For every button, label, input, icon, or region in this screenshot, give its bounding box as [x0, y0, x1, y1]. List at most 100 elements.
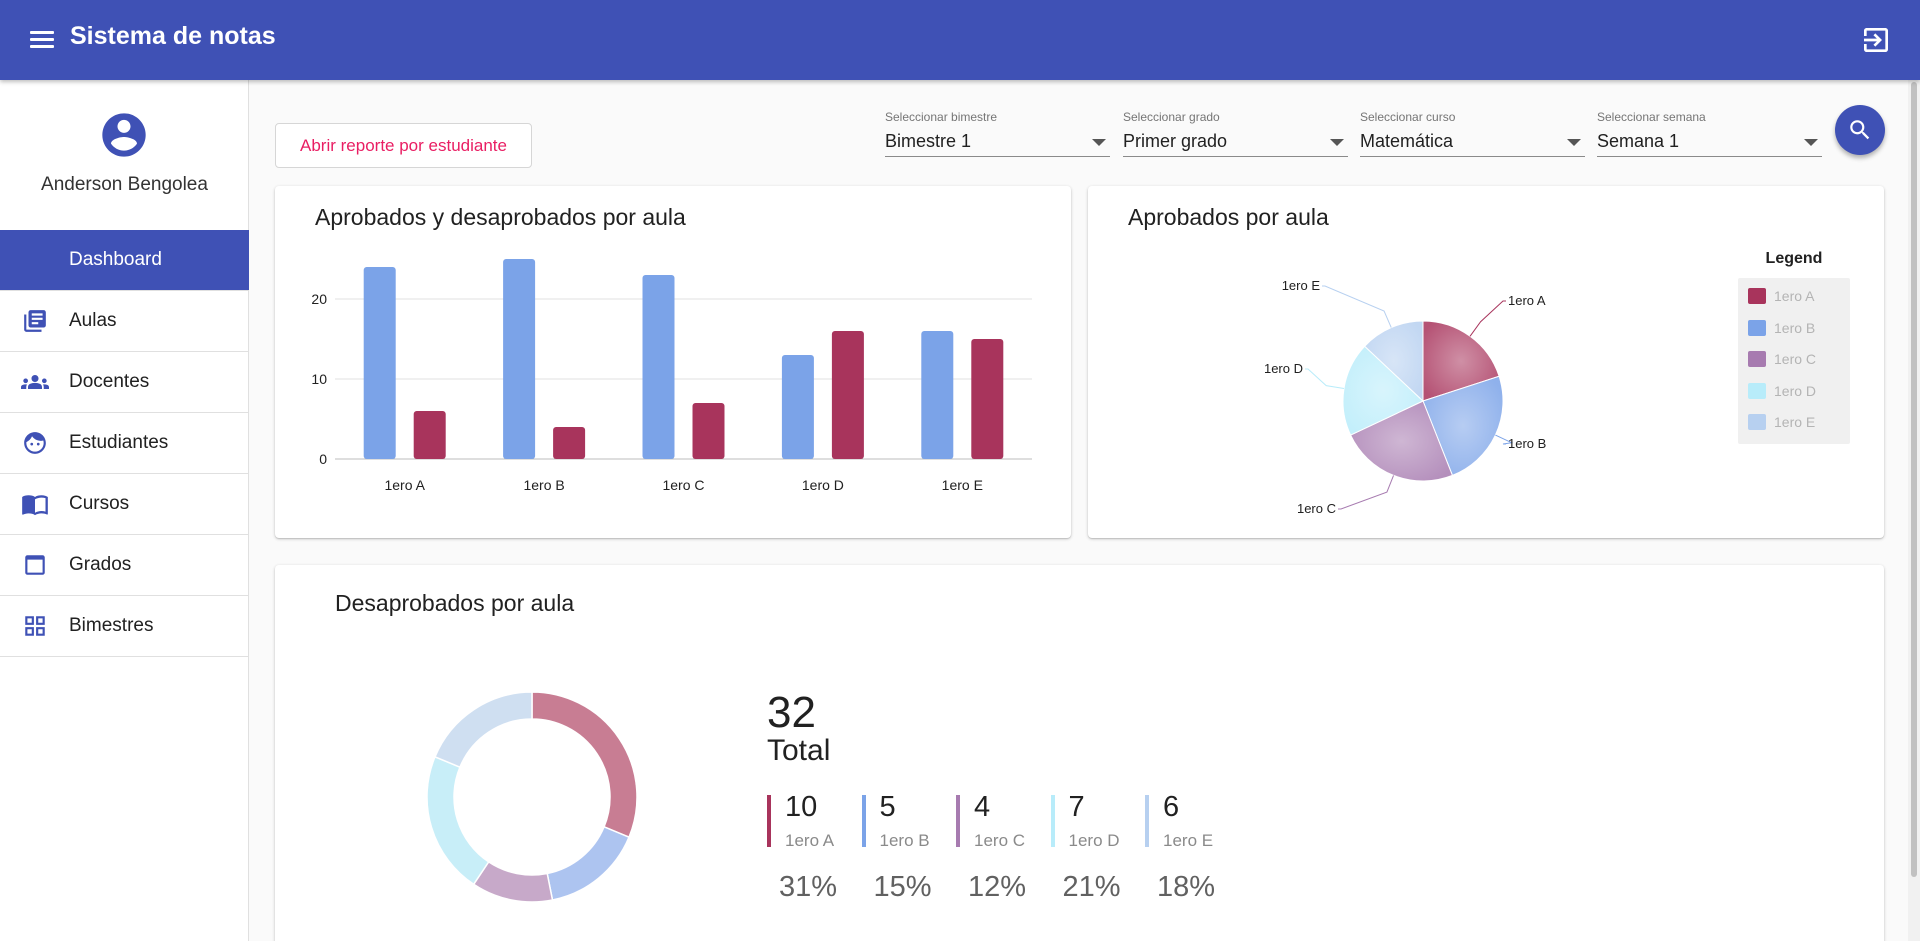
- select-value: Primer grado: [1123, 131, 1228, 151]
- bar: [642, 275, 675, 459]
- donut-chart-card: Desaprobados por aula 32 Total 10 1ero A3…: [275, 565, 1884, 941]
- legend-swatch: [1748, 288, 1766, 304]
- sidebar-item-docentes[interactable]: Docentes: [0, 352, 249, 413]
- top-app-bar: Sistema de notas: [0, 0, 1920, 80]
- stat-color-bar: [861, 795, 866, 847]
- sidebar-item-label: Aulas: [69, 310, 117, 331]
- leader-line: [1322, 285, 1392, 328]
- page-scrollbar[interactable]: [1908, 80, 1920, 941]
- legend-label: 1ero C: [1774, 351, 1817, 367]
- sidebar-item-label: Bimestres: [69, 615, 154, 636]
- bar: [692, 403, 725, 459]
- stat-value: 10: [785, 791, 818, 823]
- legend-label: 1ero D: [1774, 382, 1817, 399]
- slice-label: 1ero D: [1264, 361, 1303, 376]
- sidebar-item-bimestres[interactable]: Bimestres: [0, 596, 249, 657]
- semana-select[interactable]: Seleccionar semana Semana 1: [1597, 107, 1822, 157]
- stat-item: 10 1ero A 31%: [767, 791, 857, 905]
- sidebar-item-estudiantes[interactable]: Estudiantes: [0, 413, 249, 474]
- stat-label: 1ero C: [974, 831, 1026, 850]
- stat-item: 5 1ero B 15%: [861, 791, 952, 905]
- chart-legend: 1ero A 1ero B 1ero C 1ero D 1ero E: [1738, 278, 1850, 444]
- leader-line: [1305, 368, 1345, 389]
- stat-label: 1ero A: [785, 831, 835, 850]
- sidebar-item-label: Estudiantes: [69, 432, 169, 453]
- y-tick-label: 10: [311, 371, 327, 387]
- logout-icon[interactable]: [1860, 24, 1892, 56]
- legend-title: Legend: [1765, 250, 1823, 267]
- select-underline: [1360, 156, 1585, 157]
- legend-label: 1ero B: [1774, 319, 1816, 336]
- stat-item: 7 1ero D 21%: [1050, 791, 1141, 905]
- grid-icon: [21, 612, 49, 640]
- legend-item[interactable]: 1ero E: [1748, 412, 1815, 432]
- donut-segment: [531, 691, 638, 839]
- stat-percent: 12%: [968, 871, 1027, 903]
- crop-square-icon: [21, 551, 49, 579]
- legend-swatch: [1748, 382, 1766, 399]
- stat-color-bar: [767, 795, 771, 847]
- stat-percent: 15%: [873, 871, 932, 903]
- x-tick-label: 1ero B: [523, 477, 564, 493]
- sidebar-item-grados[interactable]: Grados: [0, 535, 249, 596]
- legend-swatch: [1748, 319, 1766, 336]
- donut-segment: [546, 825, 630, 901]
- stat-value: 6: [1163, 791, 1180, 823]
- sidebar-item-cursos[interactable]: Cursos: [0, 474, 249, 535]
- curso-select[interactable]: Seleccionar curso Matemática: [1360, 107, 1585, 157]
- select-caption: Seleccionar bimestre: [885, 110, 998, 124]
- stat-color-bar: [1145, 795, 1149, 847]
- bimestre-select[interactable]: Seleccionar bimestre Bimestre 1: [885, 107, 1110, 157]
- sidebar-item-label: Docentes: [69, 371, 150, 392]
- account-circle-icon[interactable]: [98, 109, 150, 161]
- x-tick-label: 1ero E: [942, 477, 983, 493]
- dropdown-arrow-icon: [1567, 139, 1581, 146]
- book-open-icon: [21, 490, 49, 518]
- stat-label: 1ero E: [1163, 831, 1214, 850]
- legend-item[interactable]: 1ero D: [1748, 381, 1816, 401]
- sidebar-item-aulas[interactable]: Aulas: [0, 291, 249, 352]
- stat-label: 1ero D: [1068, 831, 1120, 850]
- legend-item[interactable]: 1ero B: [1748, 318, 1815, 338]
- select-value: Bimestre 1: [885, 131, 972, 151]
- bar: [553, 427, 586, 459]
- open-student-report-button[interactable]: Abrir reporte por estudiante: [275, 123, 532, 168]
- legend-swatch: [1748, 414, 1766, 430]
- dropdown-arrow-icon: [1330, 139, 1344, 146]
- search-icon: [1850, 120, 1870, 140]
- stat-item: 6 1ero E 18%: [1145, 791, 1235, 905]
- sidebar: Anderson Bengolea Dashboard Aulas Docent…: [0, 80, 249, 941]
- stat-label: 1ero B: [879, 831, 930, 850]
- menu-icon[interactable]: [28, 27, 60, 55]
- y-tick-label: 20: [311, 291, 327, 307]
- scrollbar-thumb[interactable]: [1911, 82, 1917, 877]
- donut-chart: [426, 691, 638, 903]
- select-value: Matemática: [1360, 131, 1454, 151]
- legend-item[interactable]: 1ero A: [1748, 286, 1814, 306]
- bar: [413, 411, 446, 459]
- legend-label: 1ero E: [1774, 414, 1816, 430]
- sidebar-item-label: Grados: [69, 554, 132, 575]
- x-tick-label: 1ero C: [662, 477, 704, 493]
- stat-color-bar: [1050, 795, 1055, 847]
- total-value: 32: [767, 688, 816, 737]
- bar: [831, 331, 864, 459]
- bar: [971, 339, 1004, 459]
- slice-label: 1ero C: [1297, 501, 1336, 516]
- select-caption: Seleccionar semana: [1597, 110, 1706, 124]
- library-books-icon: [21, 307, 49, 335]
- sidebar-item-dashboard[interactable]: Dashboard: [0, 230, 249, 291]
- legend-item[interactable]: 1ero C: [1748, 349, 1816, 369]
- stat-percent: 18%: [1157, 871, 1216, 903]
- grado-select[interactable]: Seleccionar grado Primer grado: [1123, 107, 1348, 157]
- total-label: Total: [767, 734, 831, 767]
- search-button[interactable]: [1835, 105, 1885, 155]
- x-tick-label: 1ero D: [802, 477, 844, 493]
- dropdown-arrow-icon: [1092, 139, 1106, 146]
- sidebar-nav: Dashboard Aulas Docentes Estudiantes Cur…: [0, 230, 249, 657]
- legend-label: 1ero A: [1774, 288, 1815, 304]
- pie-chart-card: Aprobados por aula 1ero A 1ero B 1ero C 1er…: [1088, 186, 1884, 538]
- sidebar-item-label: Cursos: [69, 493, 130, 514]
- user-name: Anderson Bengolea: [41, 174, 208, 195]
- select-caption: Seleccionar curso: [1360, 110, 1456, 124]
